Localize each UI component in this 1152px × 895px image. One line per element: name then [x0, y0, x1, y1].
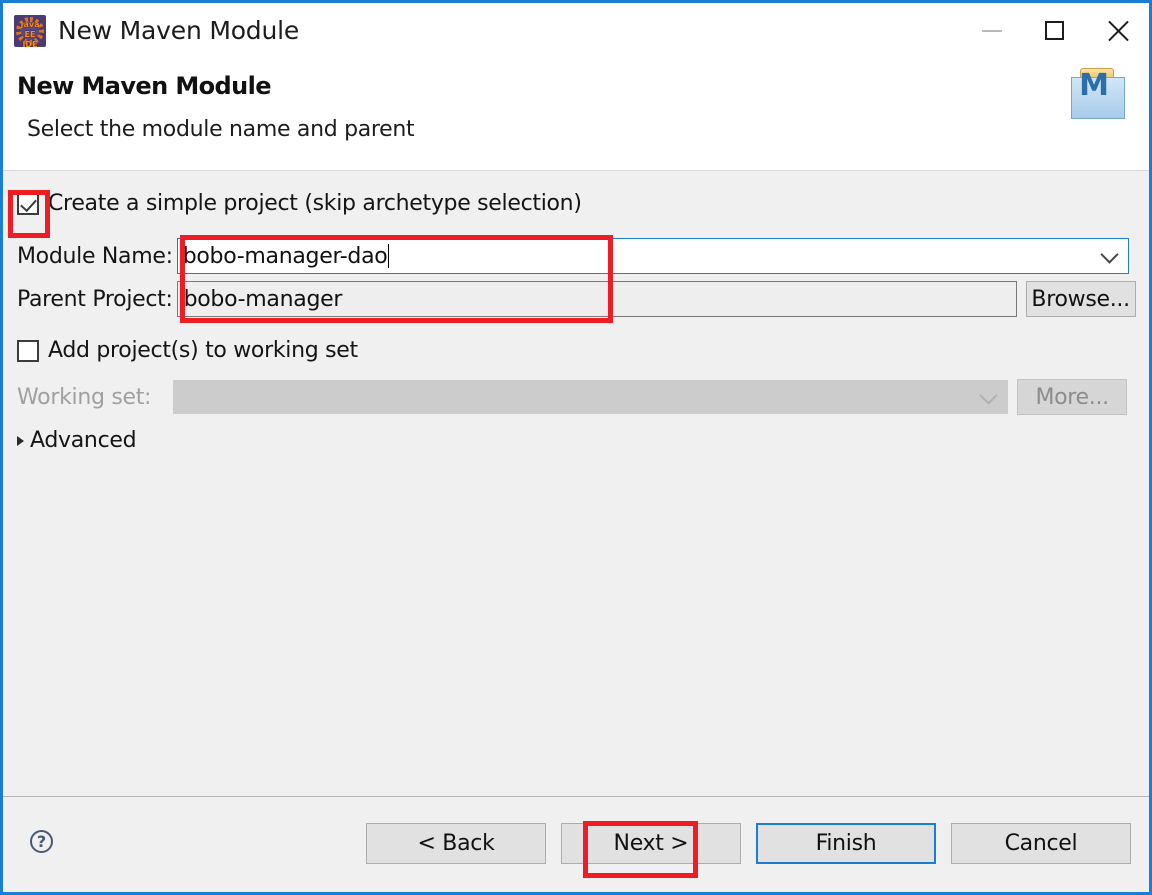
maximize-icon: [1045, 21, 1064, 40]
parent-project-label: Parent Project:: [17, 286, 173, 312]
eclipse-javaee-ide-icon: Java EE IDE: [14, 14, 46, 47]
new-maven-module-dialog: Java EE IDE New Maven Module New Maven Mo…: [0, 0, 1152, 895]
module-name-label: Module Name:: [17, 243, 173, 269]
maven-folder-icon: M: [1067, 66, 1129, 126]
close-icon: [1107, 20, 1129, 42]
parent-project-value: bobo-manager: [183, 286, 343, 312]
parent-project-row[interactable]: Parent Project: bobo-manager Browse...: [17, 281, 1139, 317]
chevron-right-icon: [17, 435, 24, 446]
wizard-header: New Maven Module Select the module name …: [3, 58, 1149, 171]
module-name-input[interactable]: bobo-manager-dao: [176, 238, 1129, 274]
chevron-down-icon[interactable]: [1100, 245, 1119, 264]
simple-project-row[interactable]: Create a simple project (skip archetype …: [17, 191, 1152, 216]
maximize-button[interactable]: [1023, 3, 1086, 58]
simple-project-label: Create a simple project (skip archetype …: [48, 191, 582, 216]
next-button[interactable]: Next >: [561, 823, 741, 864]
page-title: New Maven Module: [17, 72, 271, 100]
close-button[interactable]: [1086, 3, 1149, 58]
window-title: New Maven Module: [58, 16, 300, 45]
add-working-set-checkbox[interactable]: [17, 339, 39, 362]
advanced-label: Advanced: [30, 428, 137, 453]
more-button: More...: [1017, 379, 1128, 415]
minimize-button[interactable]: [960, 3, 1023, 58]
cancel-button[interactable]: Cancel: [951, 823, 1131, 864]
finish-button[interactable]: Finish: [756, 823, 936, 864]
back-button[interactable]: < Back: [366, 823, 546, 864]
minimize-icon: [981, 29, 1002, 32]
page-subtitle: Select the module name and parent: [27, 117, 415, 142]
chevron-down-icon: [979, 386, 998, 405]
parent-project-input[interactable]: bobo-manager: [176, 281, 1017, 317]
dialog-footer: ? < Back Next > Finish Cancel: [3, 796, 1149, 892]
module-name-value: bobo-manager-dao: [182, 243, 388, 269]
simple-project-checkbox[interactable]: [17, 192, 39, 215]
working-set-combo: [173, 380, 1009, 414]
footer-button-group: < Back Next > Finish Cancel: [366, 823, 1131, 864]
add-working-set-label: Add project(s) to working set: [48, 338, 358, 363]
text-caret: [388, 244, 390, 268]
maven-icon-letter: M: [1079, 68, 1109, 103]
advanced-expander[interactable]: Advanced: [17, 428, 1152, 453]
add-working-set-row[interactable]: Add project(s) to working set: [17, 338, 1152, 363]
working-set-row: Working set: More...: [17, 379, 1139, 415]
window-controls: [960, 3, 1149, 58]
module-name-row[interactable]: Module Name: bobo-manager-dao: [17, 238, 1139, 274]
help-icon[interactable]: ?: [30, 830, 53, 853]
title-bar: Java EE IDE New Maven Module: [3, 3, 1149, 58]
working-set-label: Working set:: [17, 384, 152, 410]
browse-button[interactable]: Browse...: [1025, 281, 1136, 317]
wizard-content: Create a simple project (skip archetype …: [3, 171, 1149, 796]
